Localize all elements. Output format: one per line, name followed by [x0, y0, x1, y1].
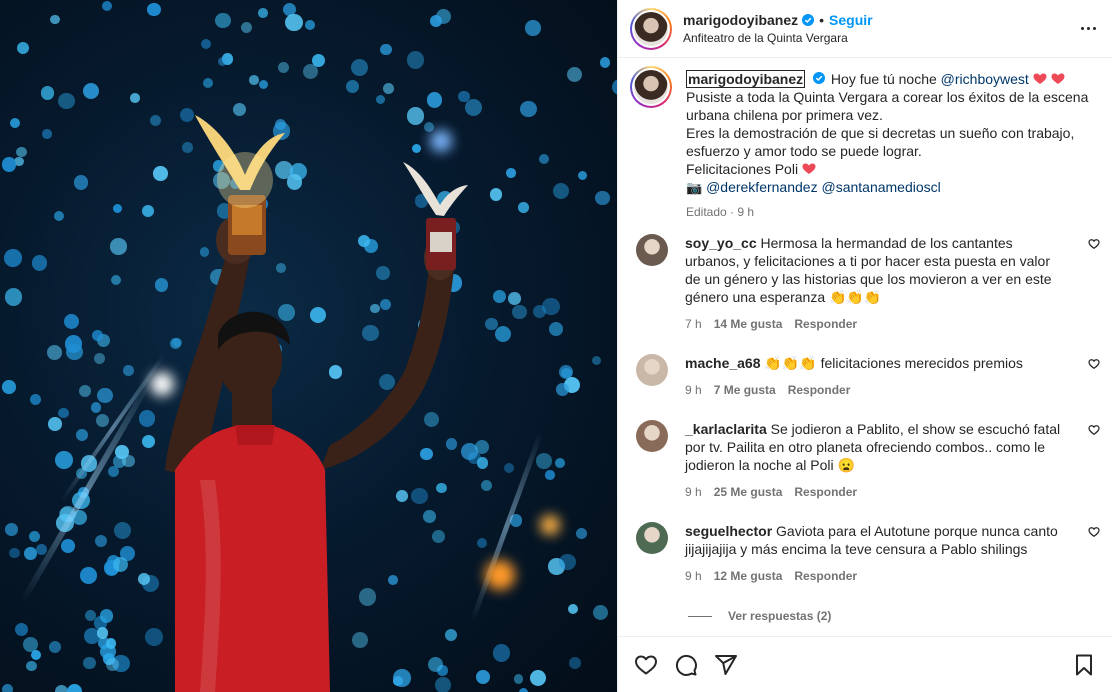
comment-heart-icon[interactable] [1088, 358, 1100, 370]
comment-time: 9 h [685, 569, 702, 583]
post-header: marigodoyibanez • Seguir Anfiteatro de l… [618, 0, 1112, 58]
commenter-username[interactable]: _karlaclarita [685, 421, 767, 437]
reply-button[interactable]: Responder [788, 381, 851, 399]
share-icon[interactable] [714, 653, 738, 677]
commenter-avatar[interactable] [636, 354, 668, 386]
camera-emoji: 📷 [686, 180, 703, 195]
post-photo[interactable] [0, 0, 617, 692]
verified-badge-icon [802, 14, 815, 26]
caption-line-3: Eres la demostración de que si decretas … [686, 125, 1075, 159]
heart-emoji-icon [1033, 73, 1047, 84]
comment-heart-icon[interactable] [1088, 238, 1100, 250]
caption-avatar[interactable] [630, 66, 672, 108]
bookmark-icon[interactable] [1072, 653, 1096, 677]
comment-time: 7 h [685, 317, 702, 331]
heart-emoji-icon [802, 163, 816, 174]
commenter-username[interactable]: seguelhector [685, 523, 772, 539]
comment-heart-icon[interactable] [1088, 424, 1100, 436]
post-location[interactable]: Anfiteatro de la Quinta Vergara [683, 31, 1076, 45]
heart-emoji-icon [1051, 73, 1065, 84]
heart-icon[interactable] [634, 653, 658, 677]
follow-button[interactable]: Seguir [829, 12, 873, 28]
post-details-panel: marigodoyibanez • Seguir Anfiteatro de l… [617, 0, 1112, 692]
author-username[interactable]: marigodoyibanez [683, 12, 798, 28]
post-actions-bar [618, 636, 1112, 692]
comment-time: 9 h [685, 383, 702, 397]
commenter-username[interactable]: soy_yo_cc [685, 235, 757, 251]
view-replies-label[interactable]: Ver respuestas (2) [728, 609, 831, 623]
author-avatar[interactable] [630, 7, 672, 50]
mention-derekfernandez[interactable]: @derekfernandez [706, 179, 818, 195]
commenter-avatar[interactable] [636, 234, 668, 266]
caption-line-1: Hoy fue tú noche [830, 71, 941, 87]
comment-likes[interactable]: 7 Me gusta [714, 381, 776, 399]
comment-likes[interactable]: 14 Me gusta [714, 315, 783, 333]
comment-likes[interactable]: 12 Me gusta [714, 567, 783, 585]
comment-icon[interactable] [674, 653, 698, 677]
caption-line-4: Felicitaciones Poli [686, 161, 802, 177]
verified-badge-icon [813, 72, 826, 84]
caption-username[interactable]: marigodoyibanez [686, 70, 806, 88]
replies-divider [688, 615, 712, 617]
comment-heart-icon[interactable] [1088, 526, 1100, 538]
commenter-avatar[interactable] [636, 522, 668, 554]
caption-edited-time: Editado · 9 h [686, 205, 755, 219]
comment-likes[interactable]: 25 Me gusta [714, 483, 783, 501]
commenter-avatar[interactable] [636, 420, 668, 452]
performer-illustration [165, 115, 468, 692]
mention-richboywest[interactable]: @richboywest [941, 71, 1029, 87]
comments-scroll-area[interactable]: marigodoyibanez Hoy fue tú noche @richbo… [618, 59, 1112, 636]
mention-santanamediosc[interactable]: @santanamedioscl [821, 179, 940, 195]
reply-button[interactable]: Responder [794, 315, 857, 333]
comment-text: 👏👏👏 felicitaciones merecidos premios [764, 355, 1023, 371]
commenter-username[interactable]: mache_a68 [685, 355, 761, 371]
more-options-icon[interactable] [1076, 17, 1100, 41]
view-replies-button[interactable]: Ver respuestas (2) [688, 609, 831, 623]
separator-dot: • [819, 12, 825, 28]
reply-button[interactable]: Responder [794, 483, 857, 501]
comment-time: 9 h [685, 485, 702, 499]
reply-button[interactable]: Responder [794, 567, 857, 585]
caption-line-2: Pusiste a toda la Quinta Vergara a corea… [686, 89, 1089, 123]
